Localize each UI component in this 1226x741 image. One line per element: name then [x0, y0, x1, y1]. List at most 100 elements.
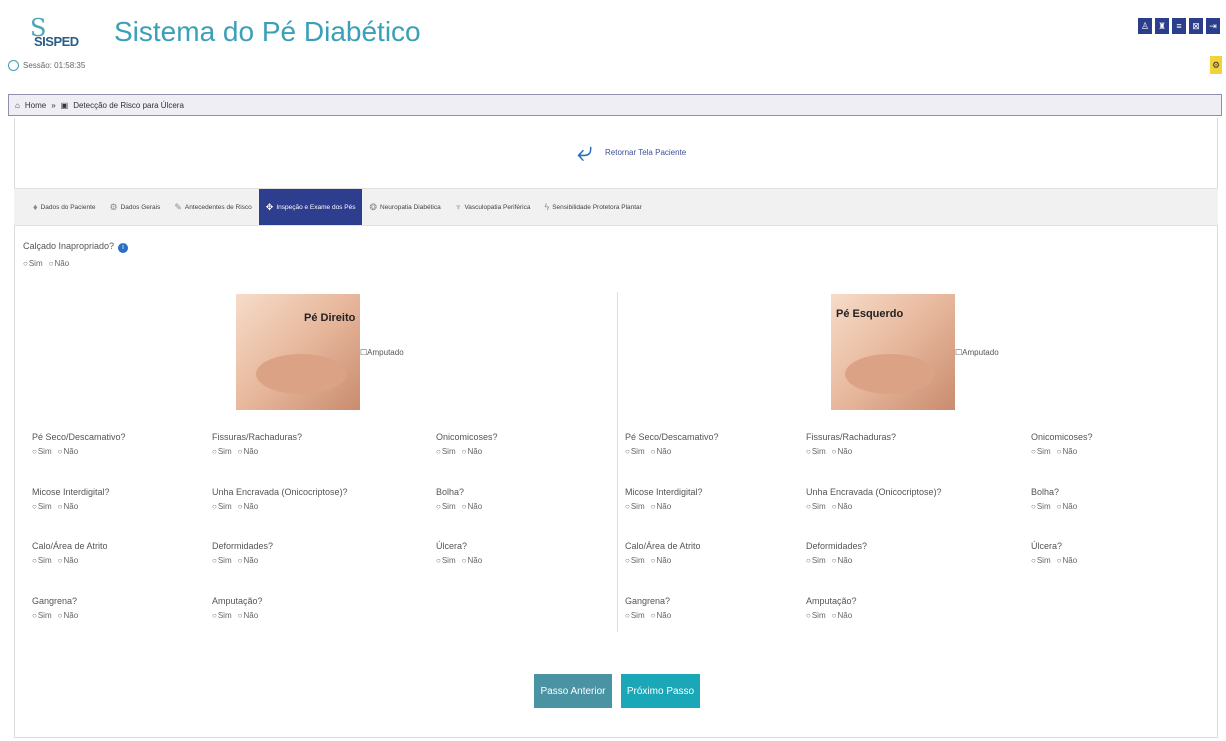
radio-sim[interactable]: Sim [32, 502, 52, 511]
radio-sim[interactable]: Sim [32, 556, 52, 565]
tab-label: Sensibilidade Protetora Plantar [552, 203, 642, 211]
r-amputacao: Amputação? Sim Não [212, 596, 263, 620]
radio-sim[interactable]: Sim [625, 502, 645, 511]
question-label: Micose Interdigital? [32, 487, 110, 497]
radio-nao[interactable]: Não [651, 611, 671, 620]
radio-sim[interactable]: Sim [436, 447, 456, 456]
session-timer: Sessão: 01:58:35 [8, 60, 85, 71]
breadcrumb: ⌂ Home » ▣ Detecção de Risco para Úlcera [8, 94, 1222, 116]
radio-nao[interactable]: Não [58, 447, 78, 456]
tab-antecedentes[interactable]: ✎ Antecedentes de Risco [167, 189, 258, 225]
radio-nao[interactable]: Não [58, 502, 78, 511]
user-icon[interactable]: ♙ [1138, 18, 1152, 34]
radio-sim[interactable]: Sim [32, 611, 52, 620]
radio-nao[interactable]: Não [832, 611, 852, 620]
radio-sim[interactable]: Sim [212, 502, 232, 511]
radio-nao[interactable]: Não [1057, 556, 1077, 565]
radio-nao[interactable]: Não [238, 447, 258, 456]
question-label: Unha Encravada (Onicocriptose)? [806, 487, 942, 497]
menu-icon[interactable]: ≡ [1172, 18, 1186, 34]
l-unha: Unha Encravada (Onicocriptose)? Sim Não [806, 487, 942, 511]
radio-sim[interactable]: Sim [212, 556, 232, 565]
pen-icon: ✎ [174, 201, 182, 212]
question-label: Gangrena? [32, 596, 78, 606]
radio-sim[interactable]: Sim [32, 447, 52, 456]
radio-nao[interactable]: Não [58, 556, 78, 565]
radio-nao[interactable]: Não [238, 502, 258, 511]
radio-nao[interactable]: Não [462, 556, 482, 565]
l-calo: Calo/Área de Atrito Sim Não [625, 541, 701, 565]
return-link[interactable]: ⤶ Retornar Tela Paciente [577, 138, 686, 166]
radio-nao[interactable]: Não [238, 611, 258, 620]
neuro-icon: ❂ [369, 201, 377, 212]
question-calcado: Calçado Inapropriado?i Sim Não [23, 241, 129, 268]
question-label: Bolha? [436, 487, 465, 497]
l-gangrena: Gangrena? Sim Não [625, 596, 671, 620]
radio-sim[interactable]: Sim [625, 556, 645, 565]
tab-label: Inspeção e Exame dos Pés [276, 203, 356, 211]
r-onicomicoses: Onicomicoses? Sim Não [436, 432, 498, 456]
radio-sim[interactable]: Sim [436, 556, 456, 565]
foot-icon: ✥ [265, 201, 274, 212]
radio-sim[interactable]: Sim [1031, 502, 1051, 511]
info-icon[interactable]: i [118, 242, 129, 253]
radio-nao[interactable]: Não [832, 502, 852, 511]
close-icon[interactable]: ⊠ [1189, 18, 1203, 34]
tab-dados-gerais[interactable]: ⚙ Dados Gerais [103, 189, 168, 225]
radio-group: Sim Não [23, 259, 128, 268]
radio-sim[interactable]: Sim [806, 611, 826, 620]
radio-sim[interactable]: Sim [436, 502, 456, 511]
radio-sim[interactable]: Sim [23, 259, 43, 268]
tab-sensibilidade[interactable]: ϟ Sensibilidade Protetora Plantar [537, 189, 648, 225]
radio-sim[interactable]: Sim [806, 556, 826, 565]
radio-nao[interactable]: Não [462, 447, 482, 456]
question-label: Deformidades? [806, 541, 868, 551]
tab-dados-paciente[interactable]: ♦ Dados do Paciente [26, 189, 103, 225]
return-link-label[interactable]: Retornar Tela Paciente [605, 148, 686, 157]
lock-icon[interactable]: ♜ [1155, 18, 1169, 34]
radio-nao[interactable]: Não [1057, 447, 1077, 456]
radio-sim[interactable]: Sim [1031, 447, 1051, 456]
home-icon[interactable]: ⌂ [15, 101, 20, 110]
radio-nao[interactable]: Não [651, 556, 671, 565]
radio-nao[interactable]: Não [238, 556, 258, 565]
tab-inspecao[interactable]: ✥ Inspeção e Exame dos Pés [258, 189, 363, 225]
r-deformidades: Deformidades? Sim Não [212, 541, 273, 565]
radio-sim[interactable]: Sim [212, 611, 232, 620]
tab-label: Neuropatia Diabética [380, 203, 441, 211]
radio-sim[interactable]: Sim [625, 447, 645, 456]
next-step-button[interactable]: Próximo Passo [621, 674, 700, 708]
breadcrumb-current: Detecção de Risco para Úlcera [73, 100, 184, 110]
return-arrow-icon: ⤶ [577, 136, 593, 167]
r-pe-seco: Pé Seco/Descamativo? Sim Não [32, 432, 126, 456]
radio-sim[interactable]: Sim [212, 447, 232, 456]
radio-nao[interactable]: Não [832, 556, 852, 565]
radio-sim[interactable]: Sim [806, 502, 826, 511]
breadcrumb-separator: » [51, 100, 56, 110]
gear-icon[interactable]: ⚙ [1210, 56, 1222, 74]
tab-neuropatia[interactable]: ❂ Neuropatia Diabética [362, 189, 447, 225]
radio-nao[interactable]: Não [462, 502, 482, 511]
radio-nao[interactable]: Não [49, 259, 69, 268]
logout-icon[interactable]: ⇥ [1206, 18, 1220, 34]
radio-sim[interactable]: Sim [1031, 556, 1051, 565]
right-amputado-checkbox[interactable]: Amputado [360, 348, 403, 357]
gear-tab-icon: ⚙ [109, 201, 118, 212]
left-amputado-checkbox[interactable]: Amputado [955, 348, 998, 357]
logo-text: SISPED [34, 34, 79, 49]
radio-nao[interactable]: Não [651, 502, 671, 511]
breadcrumb-home[interactable]: Home [25, 101, 46, 110]
r-fissuras: Fissuras/Rachaduras? Sim Não [212, 432, 302, 456]
previous-step-button[interactable]: Passo Anterior [534, 674, 612, 708]
radio-sim[interactable]: Sim [625, 611, 645, 620]
radio-nao[interactable]: Não [1057, 502, 1077, 511]
radio-nao[interactable]: Não [58, 611, 78, 620]
radio-nao[interactable]: Não [832, 447, 852, 456]
patient-icon: ♦ [33, 202, 38, 212]
tab-vasculopatia[interactable]: ♆ Vasculopatia Periférica [448, 189, 538, 225]
radio-nao[interactable]: Não [651, 447, 671, 456]
tab-label: Dados Gerais [120, 203, 161, 211]
radio-sim[interactable]: Sim [806, 447, 826, 456]
l-ulcera: Úlcera? Sim Não [1031, 541, 1077, 565]
l-fissuras: Fissuras/Rachaduras? Sim Não [806, 432, 896, 456]
